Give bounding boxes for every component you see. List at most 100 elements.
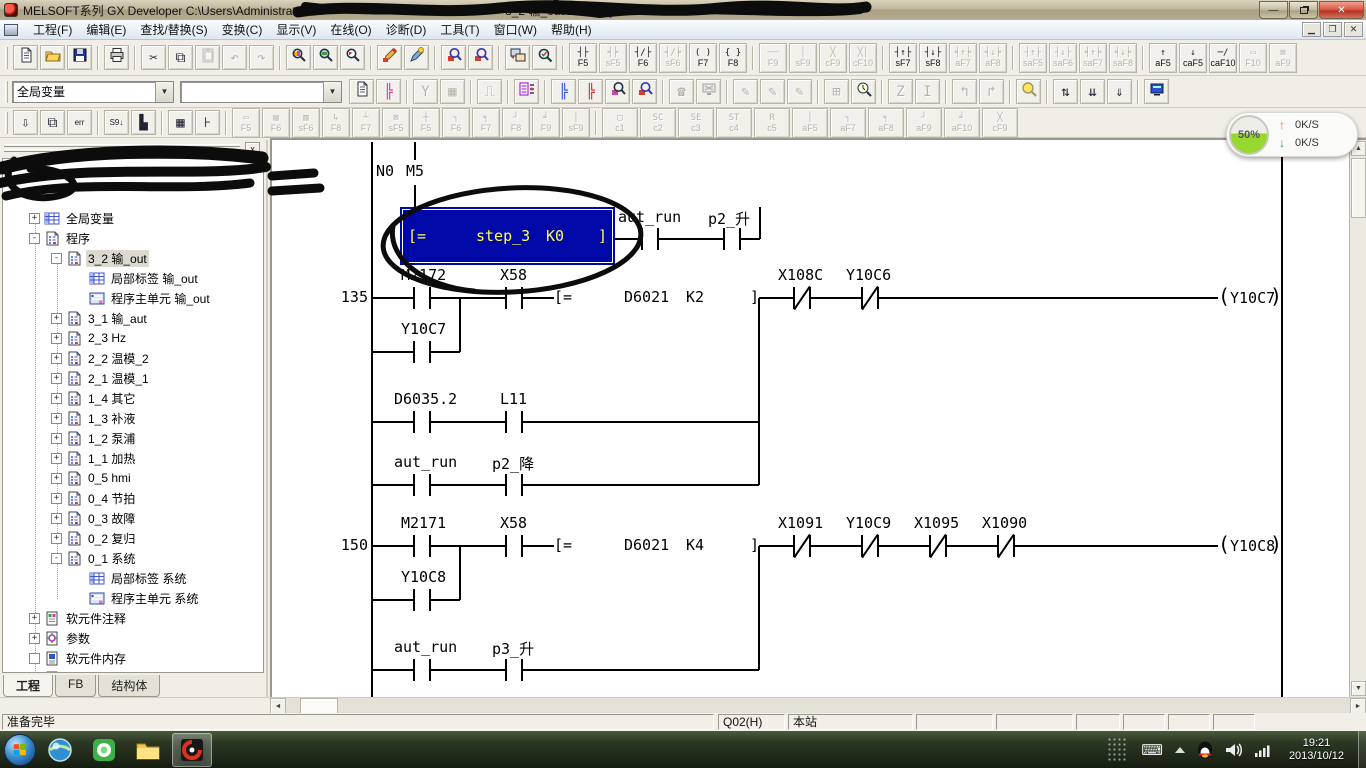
- compare-device[interactable]: D6021: [624, 288, 669, 306]
- ladder-coil[interactable]: (Y10C8): [1218, 532, 1282, 560]
- device-label: aut_run: [618, 208, 681, 226]
- ladder-label: M5: [406, 162, 424, 180]
- selected-block-text: ]: [598, 227, 607, 245]
- ladder-wire: [758, 298, 760, 485]
- ladder-wire: [414, 185, 416, 207]
- taskbar-clock[interactable]: 19:212013/10/12: [1289, 737, 1344, 763]
- ladder-contact[interactable]: [406, 535, 438, 557]
- device-label: X58: [500, 266, 527, 284]
- folder-icon: [135, 737, 161, 763]
- device-label: p2_降: [492, 453, 534, 474]
- penguin-icon: [1197, 741, 1213, 759]
- taskbar-security-icon[interactable]: [84, 733, 124, 767]
- tray-dots-pattern: [1107, 737, 1127, 763]
- ladder-contact[interactable]: [406, 474, 438, 496]
- status-empty: [996, 714, 1073, 730]
- device-label: X58: [500, 514, 527, 532]
- ladder-contact[interactable]: [498, 659, 530, 681]
- status-ready: 准备完毕: [2, 714, 714, 730]
- upload-arrow-icon: ↑: [1279, 118, 1285, 132]
- compare-device[interactable]: D6021: [624, 536, 669, 554]
- scrollbar-thumb[interactable]: [1351, 158, 1366, 218]
- browser-icon: [47, 737, 73, 763]
- device-label: X1091: [778, 514, 823, 532]
- ladder-contact[interactable]: [406, 659, 438, 681]
- net-speed-widget[interactable]: 50% ↑0K/S ↓0K/S: [1226, 112, 1358, 157]
- status-plc-type: Q02(H): [718, 714, 785, 730]
- status-empty: [916, 714, 993, 730]
- compare-value[interactable]: K2: [686, 288, 704, 306]
- taskbar-explorer-icon[interactable]: [128, 733, 168, 767]
- ladder-wire: [759, 207, 761, 239]
- compare-instruction[interactable]: [=: [554, 288, 572, 306]
- status-empty: [1076, 714, 1120, 730]
- scroll-right-button[interactable]: ►: [1350, 698, 1366, 714]
- hscroll-row: ◄ ►: [0, 697, 1366, 713]
- ladder-contact-closed[interactable]: [922, 535, 954, 557]
- download-arrow-icon: ↓: [1279, 136, 1285, 150]
- net-speed-ball[interactable]: 50%: [1229, 115, 1269, 155]
- ladder-contact[interactable]: [406, 341, 438, 363]
- ladder-contact[interactable]: [406, 589, 438, 611]
- scroll-left-button[interactable]: ◄: [270, 698, 286, 714]
- ladder-wire: [459, 298, 461, 352]
- compare-bracket: ]: [750, 536, 759, 554]
- horizontal-scrollbar[interactable]: ◄ ►: [270, 698, 1366, 714]
- scroll-down-button[interactable]: ▼: [1351, 681, 1366, 696]
- ladder-contact-closed[interactable]: [990, 535, 1022, 557]
- ladder-wire: [1281, 147, 1283, 699]
- status-empty: [1123, 714, 1165, 730]
- ladder-contact[interactable]: [716, 228, 748, 250]
- ladder-contact[interactable]: [498, 411, 530, 433]
- rung-step-number: 150: [328, 536, 368, 554]
- status-bar: 准备完毕 Q02(H)本站: [0, 713, 1366, 731]
- ladder-contact[interactable]: [498, 287, 530, 309]
- taskbar: ⌨ 19:212013/10/12: [0, 731, 1366, 768]
- ladder-wire: [759, 545, 1218, 547]
- show-desktop-button[interactable]: [1358, 731, 1366, 768]
- ladder-contact[interactable]: [406, 287, 438, 309]
- signal-bars-icon: [1255, 743, 1273, 757]
- device-label: X1090: [982, 514, 1027, 532]
- taskbar-gx-developer-icon[interactable]: [172, 733, 212, 767]
- ladder-wire: [371, 142, 373, 699]
- ladder-contact[interactable]: [498, 474, 530, 496]
- selected-block-text: step_3: [476, 227, 530, 245]
- ladder-wire: [758, 546, 760, 670]
- device-label: Y10C8: [401, 568, 446, 586]
- device-label: aut_run: [394, 453, 457, 471]
- ladder-contact-closed[interactable]: [786, 287, 818, 309]
- start-button[interactable]: [4, 734, 36, 766]
- device-label: M2172: [401, 266, 446, 284]
- status-empty: [1168, 714, 1210, 730]
- compare-instruction[interactable]: [=: [554, 536, 572, 554]
- tray-expand-icon[interactable]: [1175, 747, 1185, 753]
- ladder-contact[interactable]: [406, 411, 438, 433]
- compare-bracket: ]: [750, 288, 759, 306]
- qq-icon[interactable]: [1197, 741, 1213, 759]
- compare-value[interactable]: K4: [686, 536, 704, 554]
- gx-developer-icon: [179, 737, 205, 763]
- status-station: 本站: [788, 714, 913, 730]
- selected-block-text: [=: [408, 227, 426, 245]
- ladder-contact-closed[interactable]: [854, 287, 886, 309]
- device-label: p2_升: [708, 208, 750, 229]
- taskbar-browser-icon[interactable]: [40, 733, 80, 767]
- windows-flag-icon: [14, 743, 27, 756]
- network-signal-icon[interactable]: [1255, 743, 1273, 757]
- ladder-coil[interactable]: (Y10C7): [1218, 284, 1282, 312]
- selected-compare-block[interactable]: [=step_3K0]: [400, 207, 615, 265]
- volume-icon[interactable]: [1225, 742, 1243, 758]
- ladder-contact-closed[interactable]: [854, 535, 886, 557]
- ladder-contact[interactable]: [498, 535, 530, 557]
- speaker-icon: [1225, 742, 1243, 758]
- status-empty: [1213, 714, 1255, 730]
- vertical-scrollbar[interactable]: ▲ ▼: [1349, 140, 1366, 697]
- device-label: L11: [500, 390, 527, 408]
- device-label: M2171: [401, 514, 446, 532]
- shield-icon: [91, 737, 117, 763]
- scrollbar-thumb[interactable]: [300, 698, 338, 714]
- ladder-contact[interactable]: [634, 228, 666, 250]
- ladder-contact-closed[interactable]: [786, 535, 818, 557]
- keyboard-icon[interactable]: ⌨: [1141, 741, 1163, 759]
